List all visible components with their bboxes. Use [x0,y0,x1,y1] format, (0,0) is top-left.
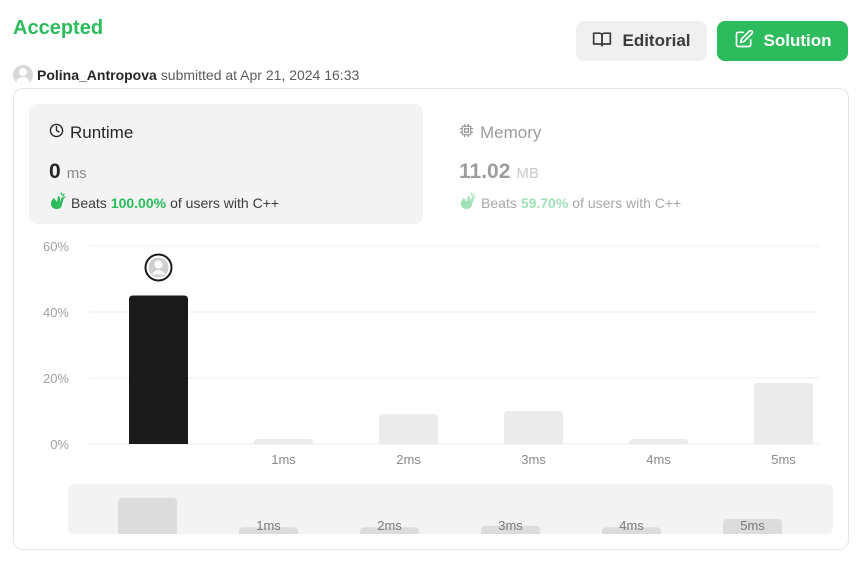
chart-bar [254,439,313,444]
runtime-value: 0 ms [49,160,87,184]
submission-meta: Polina_Antropova submitted at Apr 21, 20… [13,65,359,85]
user-avatar-icon[interactable] [13,65,33,85]
solution-label: Solution [763,31,832,50]
memory-label: Memory [480,123,542,142]
performance-card: Runtime 0 ms Beats 100.00% of users with… [13,88,849,550]
book-icon [592,29,612,54]
clap-icon [459,192,477,213]
chart-bar [379,414,438,444]
submission-header: Accepted Polina_Antropova submitted at A… [13,16,849,85]
x-tick-label: 4ms [646,452,671,467]
runtime-beats-pct: 100.00% [110,194,167,211]
runtime-beats-prefix: Beats [71,194,107,211]
submission-status: Accepted [13,17,104,39]
x-tick-label: 1ms [271,452,296,467]
user-avatar-marker [144,253,173,282]
runtime-tile[interactable]: Runtime 0 ms Beats 100.00% of users with… [29,104,423,224]
solution-button[interactable]: Solution [717,21,848,61]
runtime-label: Runtime [70,123,134,142]
overview-bar [118,497,177,534]
x-tick-label: 5ms [771,452,796,467]
overview-label: 4ms [619,518,644,533]
runtime-number: 0 [49,160,61,183]
chart-bar [629,439,688,444]
editorial-button[interactable]: Editorial [576,21,707,61]
memory-value: 11.02 MB [459,160,539,184]
runtime-beats: Beats 100.00% of users with C++ [49,192,279,213]
memory-number: 11.02 [459,160,511,183]
runtime-distribution-chart: 0% 20% 40% 60% 1ms 2ms 3ms 4ms 5ms [14,229,848,474]
clock-icon [49,123,64,143]
username-link[interactable]: Polina_Antropova [37,67,157,83]
y-tick-label: 0% [50,437,69,452]
editorial-label: Editorial [622,31,691,50]
memory-beats-suffix: of users with C++ [572,194,682,211]
overview-label: 1ms [256,518,281,533]
chart-overview-strip[interactable]: 1ms 2ms 3ms 4ms 5ms [68,484,833,534]
x-tick-label: 2ms [396,452,421,467]
runtime-title: Runtime [49,123,133,143]
runtime-beats-suffix: of users with C++ [170,194,280,211]
memory-unit: MB [516,165,539,182]
y-tick-label: 40% [43,305,69,320]
memory-title: Memory [459,123,541,143]
overview-label: 2ms [377,518,402,533]
y-tick-label: 60% [43,239,69,254]
chip-icon [459,123,474,143]
memory-beats-prefix: Beats [481,194,517,211]
submitted-at-text: submitted at Apr 21, 2024 16:33 [160,67,360,83]
overview-label: 5ms [740,518,765,533]
x-tick-label: 3ms [521,452,546,467]
overview-label: 3ms [498,518,523,533]
overview-svg: 1ms 2ms 3ms 4ms 5ms [118,497,782,534]
chart-bar [754,382,813,444]
y-tick-label: 20% [43,371,69,386]
chart-bar [504,411,563,444]
chart-svg: 0% 20% 40% 60% 1ms 2ms 3ms 4ms 5ms [43,239,819,467]
edit-icon [734,29,754,54]
runtime-unit: ms [66,165,87,182]
memory-beats: Beats 59.70% of users with C++ [459,192,681,213]
chart-bar [129,295,188,444]
clap-icon [49,192,67,213]
memory-tile[interactable]: Memory 11.02 MB Beats 59.70% of users wi… [439,104,833,224]
memory-beats-pct: 59.70% [520,194,569,211]
